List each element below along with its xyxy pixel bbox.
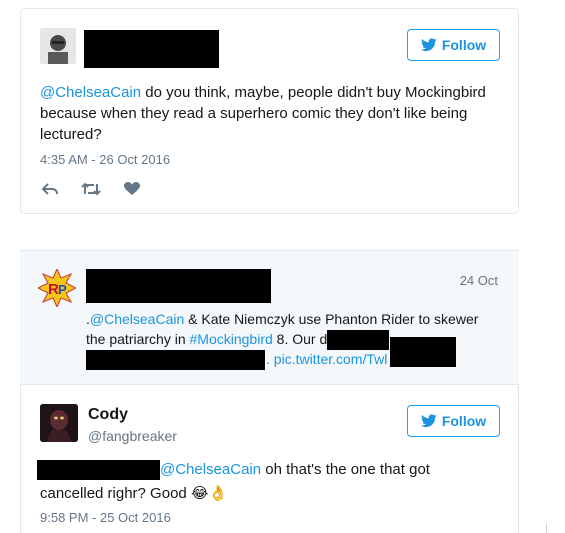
tweet-card: Cody @fangbreaker Follow @ChelseaCain oh… [20,384,519,533]
user-handle[interactable]: @fangbreaker [88,428,177,444]
text-body: the patriarchy in [86,331,190,347]
tweet-text-line2: cancelled righr? Good 😂👌 [40,483,500,504]
twitter-bird-icon [420,414,437,428]
text-body: & Kate Niemczyk use Phanton Rider to ske… [184,311,479,327]
avatar[interactable] [40,28,76,64]
tweet-body: oh that's the one that got [261,461,430,478]
redacted-name [84,30,219,68]
tweet-text: @ChelseaCain oh that's the one that got [160,459,500,480]
follow-button[interactable]: Follow [407,405,500,437]
redacted-mention [37,460,160,480]
avatar[interactable] [40,404,78,442]
follow-label: Follow [441,413,487,429]
reply-icon[interactable] [40,181,60,197]
rp-logo-avatar[interactable]: R P [36,267,78,309]
tweet-actions [40,181,142,197]
tweet-body: cancelled righr? Good [40,485,191,502]
twitter-bird-icon [420,38,437,52]
follow-button[interactable]: Follow [407,29,500,61]
follow-label: Follow [441,37,487,53]
redacted-link [327,330,389,350]
svg-text:P: P [58,282,67,297]
mention-link[interactable]: @ChelseaCain [160,461,261,478]
tweet-card: Follow @ChelseaCain do you think, maybe,… [20,8,519,214]
retweet-icon[interactable] [81,181,101,197]
pic-link[interactable]: . pic.twitter.com/Twl [266,351,387,367]
redacted-link [86,350,265,370]
redacted-name [86,269,271,303]
redacted-image [390,337,456,367]
tweet-text: @ChelseaCain do you think, maybe, people… [40,82,510,145]
mention-link[interactable]: @ChelseaCain [40,84,141,101]
quoted-date[interactable]: 24 Oct [460,273,498,288]
mention-link[interactable]: @ChelseaCain [90,311,184,327]
display-name[interactable]: Cody [88,406,128,424]
tweet-timestamp[interactable]: 4:35 AM - 26 Oct 2016 [40,152,170,167]
divider [546,523,547,533]
tweet-timestamp[interactable]: 9:58 PM - 25 Oct 2016 [40,510,171,525]
quoted-tweet[interactable]: R P 24 Oct .@ChelseaCain & Kate Niemczyk… [20,250,519,384]
like-icon[interactable] [122,181,142,197]
hashtag-link[interactable]: #Mockingbird [190,331,273,347]
emoji: 😂👌 [190,485,228,502]
